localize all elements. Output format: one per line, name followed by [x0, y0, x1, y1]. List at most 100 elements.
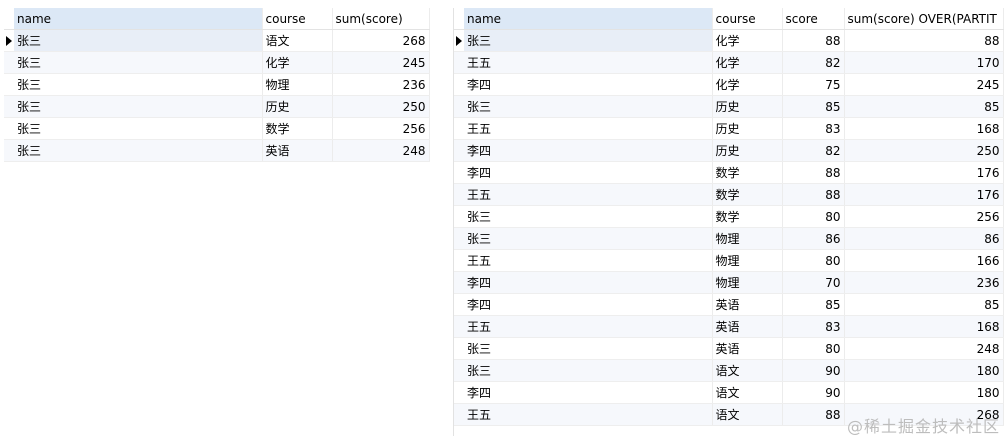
number-cell[interactable]: 268 — [332, 29, 430, 52]
number-cell[interactable]: 86 — [782, 227, 845, 250]
number-cell[interactable]: 245 — [844, 73, 1004, 96]
course-cell[interactable]: 物理 — [712, 227, 783, 250]
name-cell[interactable]: 王五 — [464, 117, 713, 140]
row-indicator[interactable] — [454, 293, 464, 316]
name-cell[interactable]: 张三 — [464, 205, 713, 228]
row-indicator[interactable] — [454, 315, 464, 338]
table-row[interactable]: 张三 物理 236 — [4, 73, 430, 96]
number-cell[interactable]: 166 — [844, 249, 1004, 272]
right-column-header-score[interactable]: score — [782, 8, 845, 30]
course-cell[interactable]: 物理 — [712, 271, 783, 294]
row-indicator[interactable] — [4, 95, 14, 118]
name-cell[interactable]: 李四 — [464, 381, 713, 404]
left-column-header-sum-score[interactable]: sum(score) — [332, 8, 430, 30]
row-indicator[interactable] — [454, 381, 464, 404]
course-cell[interactable]: 化学 — [712, 29, 783, 52]
row-indicator[interactable] — [4, 117, 14, 140]
name-cell[interactable]: 王五 — [464, 403, 713, 426]
name-cell[interactable]: 张三 — [14, 117, 263, 140]
table-row[interactable]: 李四 数学 88 176 — [454, 161, 1004, 184]
number-cell[interactable]: 83 — [782, 117, 845, 140]
table-row[interactable]: 张三 化学 88 88 — [454, 29, 1004, 52]
table-row[interactable]: 王五 英语 83 168 — [454, 315, 1004, 338]
left-result-grid[interactable]: name course sum(score) 张三 语文 268 张三 化学 245 张三物… — [4, 8, 430, 162]
number-cell[interactable]: 85 — [782, 293, 845, 316]
course-cell[interactable]: 数学 — [712, 205, 783, 228]
course-cell[interactable]: 物理 — [262, 73, 333, 96]
name-cell[interactable]: 王五 — [464, 249, 713, 272]
left-column-header-name[interactable]: name — [14, 8, 263, 30]
table-row[interactable]: 张三 英语 80 248 — [454, 337, 1004, 360]
course-cell[interactable]: 语文 — [712, 403, 783, 426]
name-cell[interactable]: 张三 — [464, 29, 713, 52]
row-indicator[interactable] — [454, 95, 464, 118]
name-cell[interactable]: 李四 — [464, 73, 713, 96]
course-cell[interactable]: 化学 — [262, 51, 333, 74]
number-cell[interactable]: 85 — [782, 95, 845, 118]
name-cell[interactable]: 张三 — [14, 29, 263, 52]
table-row[interactable]: 王五 历史 83 168 — [454, 117, 1004, 140]
name-cell[interactable]: 张三 — [464, 95, 713, 118]
table-row[interactable]: 李四 化学 75 245 — [454, 73, 1004, 96]
number-cell[interactable]: 168 — [844, 315, 1004, 338]
number-cell[interactable]: 248 — [844, 337, 1004, 360]
course-cell[interactable]: 历史 — [712, 139, 783, 162]
row-indicator[interactable] — [454, 183, 464, 206]
number-cell[interactable]: 250 — [332, 95, 430, 118]
number-cell[interactable]: 256 — [844, 205, 1004, 228]
name-cell[interactable]: 李四 — [464, 293, 713, 316]
number-cell[interactable]: 88 — [782, 29, 845, 52]
table-row[interactable]: 李四 历史 82 250 — [454, 139, 1004, 162]
row-indicator[interactable] — [454, 161, 464, 184]
table-row[interactable]: 王五 物理 80 166 — [454, 249, 1004, 272]
course-cell[interactable]: 英语 — [262, 139, 333, 162]
name-cell[interactable]: 张三 — [14, 95, 263, 118]
course-cell[interactable]: 数学 — [712, 183, 783, 206]
table-row[interactable]: 张三 语文 90 180 — [454, 359, 1004, 382]
row-indicator[interactable] — [454, 271, 464, 294]
number-cell[interactable]: 85 — [844, 95, 1004, 118]
number-cell[interactable]: 256 — [332, 117, 430, 140]
right-result-grid[interactable]: name course score sum(score) OVER(PARTIT… — [453, 8, 1004, 436]
row-indicator[interactable] — [454, 29, 464, 52]
right-column-header-course[interactable]: course — [712, 8, 783, 30]
course-cell[interactable]: 化学 — [712, 51, 783, 74]
table-row[interactable]: 张三 物理 86 86 — [454, 227, 1004, 250]
number-cell[interactable]: 82 — [782, 139, 845, 162]
number-cell[interactable]: 85 — [844, 293, 1004, 316]
row-indicator[interactable] — [454, 73, 464, 96]
number-cell[interactable]: 90 — [782, 359, 845, 382]
name-cell[interactable]: 王五 — [464, 183, 713, 206]
course-cell[interactable]: 历史 — [262, 95, 333, 118]
course-cell[interactable]: 历史 — [712, 95, 783, 118]
number-cell[interactable]: 168 — [844, 117, 1004, 140]
row-indicator[interactable] — [454, 51, 464, 74]
row-indicator[interactable] — [454, 359, 464, 382]
number-cell[interactable]: 80 — [782, 337, 845, 360]
table-row[interactable]: 李四 物理 70 236 — [454, 271, 1004, 294]
course-cell[interactable]: 物理 — [712, 249, 783, 272]
right-column-header-name[interactable]: name — [464, 8, 713, 30]
row-indicator[interactable] — [4, 73, 14, 96]
name-cell[interactable]: 张三 — [464, 227, 713, 250]
name-cell[interactable]: 张三 — [14, 73, 263, 96]
number-cell[interactable]: 90 — [782, 381, 845, 404]
table-row[interactable]: 李四 语文 90 180 — [454, 381, 1004, 404]
number-cell[interactable]: 88 — [844, 29, 1004, 52]
name-cell[interactable]: 张三 — [464, 337, 713, 360]
number-cell[interactable]: 88 — [782, 161, 845, 184]
row-indicator[interactable] — [454, 337, 464, 360]
row-indicator[interactable] — [454, 403, 464, 426]
row-indicator[interactable] — [454, 227, 464, 250]
name-cell[interactable]: 李四 — [464, 161, 713, 184]
table-row[interactable]: 张三 化学 245 — [4, 51, 430, 74]
course-cell[interactable]: 化学 — [712, 73, 783, 96]
table-row[interactable]: 李四 英语 85 85 — [454, 293, 1004, 316]
name-cell[interactable]: 李四 — [464, 139, 713, 162]
table-row[interactable]: 张三 数学 80 256 — [454, 205, 1004, 228]
table-row[interactable]: 张三 历史 250 — [4, 95, 430, 118]
table-row[interactable]: 王五 数学 88 176 — [454, 183, 1004, 206]
number-cell[interactable]: 180 — [844, 359, 1004, 382]
name-cell[interactable]: 张三 — [14, 139, 263, 162]
number-cell[interactable]: 170 — [844, 51, 1004, 74]
